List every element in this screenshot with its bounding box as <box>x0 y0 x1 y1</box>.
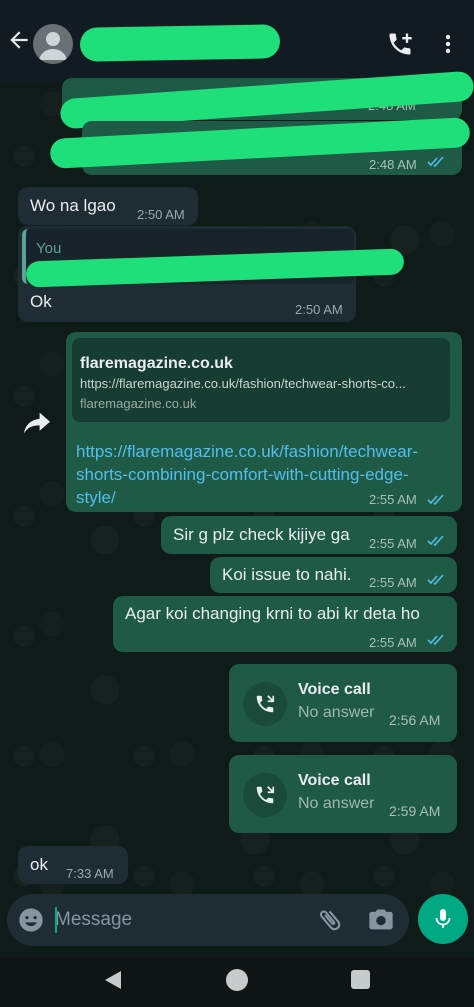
link-preview-title: flaremagazine.co.uk <box>80 355 233 372</box>
read-ticks-icon <box>427 535 444 547</box>
missed-call-icon <box>256 695 275 713</box>
text-caret <box>55 907 57 933</box>
message-time: 2:55 AM <box>369 575 417 590</box>
call-status: No answer <box>298 704 375 721</box>
nav-home-icon[interactable] <box>226 969 248 991</box>
message-bubble-incoming[interactable]: ok 7:33 AM <box>18 846 128 884</box>
message-text: Sir g plz check kijiye ga <box>173 525 350 544</box>
message-time: 2:55 AM <box>369 492 417 507</box>
call-title: Voice call <box>298 681 371 698</box>
attachment-icon[interactable] <box>316 906 344 934</box>
nav-back-icon[interactable] <box>103 969 123 991</box>
message-bubble-incoming[interactable]: Wo na lgao 2:50 AM <box>18 187 198 225</box>
avatar[interactable] <box>33 24 73 64</box>
message-text: Wo na lgao <box>30 196 116 215</box>
link-preview-domain: flaremagazine.co.uk <box>80 396 197 411</box>
read-ticks-icon <box>427 574 444 586</box>
message-time: 2:59 AM <box>389 803 441 819</box>
add-call-icon[interactable] <box>386 30 414 58</box>
message-text: Agar koi changing krni to abi kr deta ho <box>125 604 420 623</box>
redaction-scribble <box>79 24 281 62</box>
emoji-icon[interactable] <box>17 906 45 934</box>
message-text: ok <box>30 855 48 874</box>
message-time: 2:55 AM <box>369 536 417 551</box>
message-bubble-outgoing[interactable]: Sir g plz check kijiye ga 2:55 AM <box>161 516 457 554</box>
nav-recents-icon[interactable] <box>351 970 370 989</box>
link-preview-url: https://flaremagazine.co.uk/fashion/tech… <box>80 376 406 391</box>
message-time: 2:50 AM <box>295 302 343 317</box>
message-time: 2:55 AM <box>369 635 417 650</box>
mic-button[interactable] <box>418 894 468 944</box>
message-text: Ok <box>30 292 52 311</box>
read-ticks-icon <box>427 494 444 506</box>
call-status: No answer <box>298 795 375 812</box>
message-time: 2:50 AM <box>137 207 185 222</box>
message-time: 2:56 AM <box>389 712 441 728</box>
message-input[interactable] <box>55 905 295 935</box>
more-vert-icon[interactable] <box>440 32 456 56</box>
forward-icon[interactable] <box>20 410 54 436</box>
message-bubble-outgoing[interactable]: Koi issue to nahi. 2:55 AM <box>210 557 457 593</box>
call-title: Voice call <box>298 772 371 789</box>
missed-call-icon <box>256 786 275 804</box>
reply-author: You <box>36 240 62 257</box>
message-time: 7:33 AM <box>66 866 114 881</box>
mic-icon <box>435 909 451 928</box>
avatar-icon <box>39 32 67 60</box>
message-text: Koi issue to nahi. <box>222 565 352 584</box>
message-time: 2:48 AM <box>369 157 417 172</box>
camera-icon[interactable] <box>367 906 395 934</box>
message-bubble-outgoing[interactable]: Agar koi changing krni to abi kr deta ho… <box>113 596 457 652</box>
back-arrow-icon[interactable] <box>6 27 32 53</box>
read-ticks-icon <box>427 634 444 646</box>
read-ticks-icon <box>427 156 444 168</box>
